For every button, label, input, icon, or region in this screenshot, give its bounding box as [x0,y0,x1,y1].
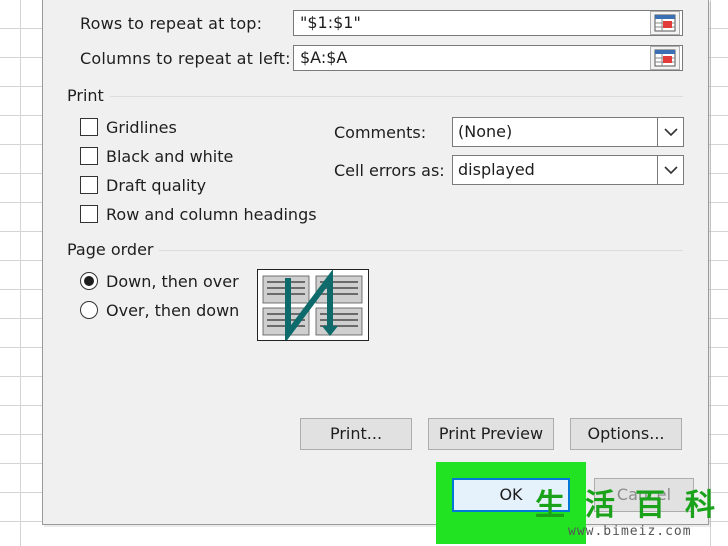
print-group-divider [67,96,683,97]
print-button[interactable]: Print... [300,418,412,450]
watermark-url: www.bimeiz.com [568,524,692,539]
watermark-char: 生 [535,488,565,523]
print-group-title: Print [67,86,110,105]
black-and-white-label: Black and white [106,147,234,166]
row-column-headings-label: Row and column headings [106,205,317,224]
over-then-down-label: Over, then down [106,301,240,320]
down-then-over-label: Down, then over [106,272,239,291]
watermark-char: 科 [685,488,715,523]
rows-collapse-range-button[interactable] [650,11,680,35]
rows-to-repeat-input[interactable]: "$1:$1" [293,10,683,36]
print-preview-button[interactable]: Print Preview [428,418,554,450]
options-button[interactable]: Options... [570,418,682,450]
row-column-headings-checkbox[interactable] [80,205,98,223]
comments-label: Comments: [334,123,427,142]
cell-errors-select[interactable]: displayed [452,155,684,185]
sheet-column-divider [710,0,711,546]
columns-collapse-range-button[interactable] [650,46,680,70]
range-select-icon [654,49,676,67]
site-watermark: 生 活 百 科 www.bimeiz.com [528,486,724,544]
comments-select[interactable]: (None) [452,117,684,147]
over-then-down-radio[interactable] [80,301,98,319]
down-then-over-radio[interactable] [80,272,98,290]
gridlines-label: Gridlines [106,118,177,137]
chevron-down-icon [657,156,683,184]
columns-to-repeat-input[interactable]: $A:$A [293,45,683,71]
cell-errors-label: Cell errors as: [334,161,445,180]
watermark-char: 百 [635,488,665,523]
rows-to-repeat-label: Rows to repeat at top: [80,14,263,33]
page-setup-dialog: Rows to repeat at top: "$1:$1" Columns t… [42,0,709,525]
columns-to-repeat-label: Columns to repeat at left: [80,49,291,68]
sheet-column-divider [20,0,21,546]
page-order-diagram-icon [262,269,363,343]
range-select-icon [654,14,676,32]
page-order-group-title: Page order [67,240,160,259]
draft-quality-checkbox[interactable] [80,176,98,194]
draft-quality-label: Draft quality [106,176,207,195]
page-order-preview [257,269,369,343]
watermark-char: 活 [585,488,615,523]
gridlines-checkbox[interactable] [80,118,98,136]
black-and-white-checkbox[interactable] [80,147,98,165]
chevron-down-icon [657,118,683,146]
